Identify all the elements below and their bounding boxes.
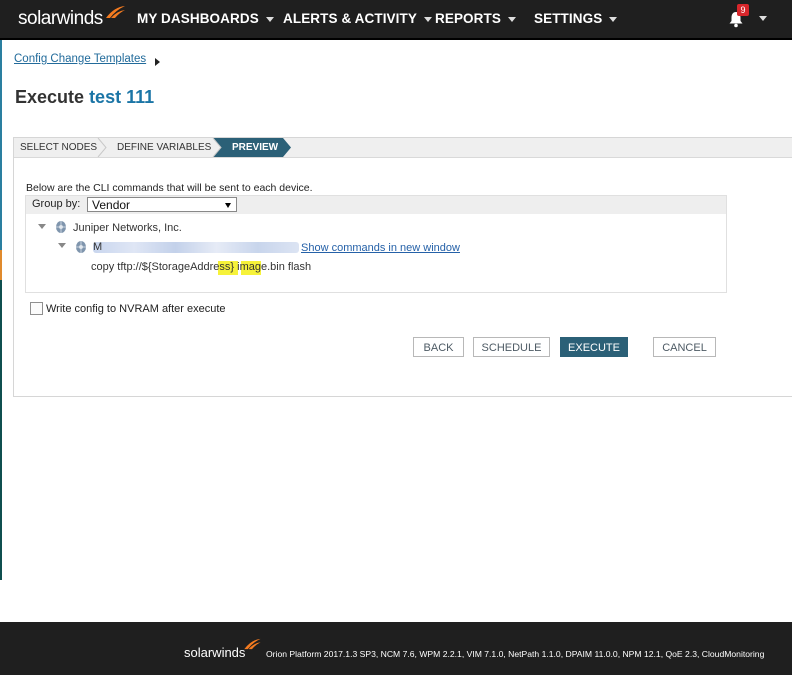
footer: solarwinds Orion Platform 2017.1.3 SP3, …	[0, 622, 792, 675]
logo-flare-icon	[106, 6, 125, 18]
page-title: Execute test 111	[15, 87, 154, 108]
top-nav-bar: solarwinds MY DASHBOARDS ALERTS & ACTIVI…	[0, 0, 792, 40]
chevron-down-icon	[423, 16, 432, 22]
nav-settings-label: SETTINGS	[534, 11, 603, 26]
group-by-bar: Group by: Vendor	[26, 196, 726, 214]
chevron-down-icon	[507, 16, 516, 22]
chevron-down-icon[interactable]	[759, 16, 767, 21]
dropdown-arrow-icon	[225, 203, 231, 208]
wizard-steps: SELECT NODES DEFINE VARIABLES PREVIEW	[14, 138, 792, 158]
cli-command: copy tftp://${StorageAddress} image.bin …	[91, 261, 312, 273]
schedule-button[interactable]: SCHEDULE	[473, 337, 550, 357]
show-commands-link[interactable]: Show commands in new window	[301, 242, 460, 254]
notification-badge: 9	[737, 4, 749, 16]
execute-button[interactable]: EXECUTE	[560, 337, 628, 357]
redacted-node-name	[93, 242, 299, 253]
expand-toggle-icon[interactable]	[38, 224, 46, 229]
chevron-down-icon	[265, 16, 274, 22]
footer-logo: solarwinds	[184, 645, 246, 660]
nav-alerts-activity[interactable]: ALERTS & ACTIVITY	[283, 11, 432, 26]
footer-logo-flare-icon	[244, 638, 261, 650]
left-edge-stripe	[0, 280, 2, 580]
solarwinds-logo[interactable]: solarwinds	[18, 6, 125, 30]
page-title-prefix: Execute	[15, 87, 85, 107]
node-name: M	[93, 241, 103, 253]
breadcrumb-arrow-icon[interactable]	[155, 58, 160, 66]
nav-settings[interactable]: SETTINGS	[534, 11, 618, 26]
chevron-down-icon	[609, 16, 618, 22]
step-select-nodes: SELECT NODES	[20, 142, 98, 153]
nav-reports-label: REPORTS	[435, 11, 501, 26]
group-by-value: Vendor	[92, 198, 131, 212]
vendor-name: Juniper Networks, Inc.	[73, 222, 182, 234]
nav-my-dashboards-label: MY DASHBOARDS	[137, 11, 259, 26]
group-by-label: Group by:	[32, 198, 81, 210]
nav-my-dashboards[interactable]: MY DASHBOARDS	[137, 11, 274, 26]
footer-platform-versions: Orion Platform 2017.1.3 SP3, NCM 7.6, WP…	[266, 649, 765, 659]
left-edge-stripe	[0, 250, 2, 280]
preview-description: Below are the CLI commands that will be …	[26, 182, 313, 194]
nav-reports[interactable]: REPORTS	[435, 11, 516, 26]
vendor-group-icon	[56, 221, 66, 233]
back-button[interactable]: BACK	[413, 337, 464, 357]
expand-toggle-icon[interactable]	[58, 243, 66, 248]
group-by-select[interactable]: Vendor	[87, 197, 237, 212]
nav-alerts-activity-label: ALERTS & ACTIVITY	[283, 11, 417, 26]
nvram-checkbox[interactable]	[30, 302, 43, 315]
step-preview: PREVIEW	[232, 142, 279, 153]
node-icon	[76, 241, 86, 253]
nvram-label: Write config to NVRAM after execute	[46, 303, 226, 315]
breadcrumb-config-change-templates[interactable]: Config Change Templates	[14, 53, 146, 65]
cancel-button[interactable]: CANCEL	[653, 337, 716, 357]
logo-text: solarwinds	[18, 8, 103, 29]
left-edge-stripe	[0, 40, 2, 250]
step-define-variables: DEFINE VARIABLES	[117, 142, 212, 153]
template-name: test 111	[89, 87, 155, 107]
